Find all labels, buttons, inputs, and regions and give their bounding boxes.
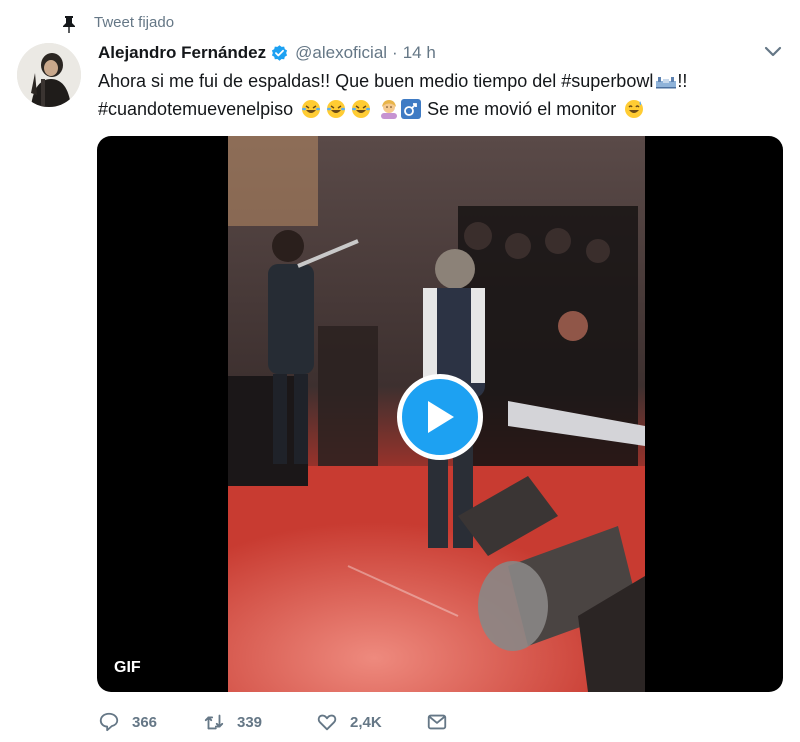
envelope-icon	[427, 714, 447, 730]
play-button[interactable]	[397, 374, 483, 460]
play-icon	[428, 401, 454, 433]
tweet-line-1-text: Ahora si me fui de espaldas!! Que buen m…	[98, 71, 654, 91]
verified-badge-icon	[272, 44, 288, 61]
avatar[interactable]	[17, 43, 81, 107]
tweet-line-2: #cuandotemuevenelpiso Se me movió el mon…	[98, 95, 788, 123]
tweet-text: Ahora si me fui de espaldas!! Que buen m…	[98, 67, 788, 123]
rofl-emoji	[352, 100, 371, 118]
video-media[interactable]: GIF	[97, 136, 783, 692]
sweat-smile-emoji	[625, 100, 644, 118]
avatar-image	[17, 43, 81, 107]
rofl-emoji	[327, 100, 346, 118]
separator-dot: ·	[392, 43, 398, 62]
author-name[interactable]: Alejandro Fernández	[98, 43, 266, 63]
like-button[interactable]: 2,4K	[316, 708, 382, 736]
chevron-down-icon[interactable]	[764, 45, 782, 59]
tweet-line-2-end: Se me movió el monitor	[427, 99, 617, 119]
author-handle[interactable]: @alexoficial	[295, 43, 387, 63]
action-bar: 366 339 2,4K	[98, 708, 498, 736]
hashtag-link[interactable]: #cuandotemuevenelpiso	[98, 95, 293, 123]
rofl-emoji	[302, 100, 321, 118]
pinned-label: Tweet fijado	[94, 14, 175, 31]
retweet-button[interactable]: 339	[203, 708, 262, 736]
retweet-count: 339	[237, 713, 263, 731]
male-sign-emoji	[401, 99, 422, 119]
reply-button[interactable]: 366	[98, 708, 157, 736]
retweet-icon	[204, 714, 224, 730]
tweet-header: Alejandro Fernández @alexoficial · 14 h	[98, 41, 436, 65]
reply-icon	[99, 712, 119, 732]
pin-icon	[63, 16, 75, 33]
tweet-line-1: Ahora si me fui de espaldas!! Que buen m…	[98, 67, 788, 95]
message-button[interactable]	[426, 708, 448, 736]
heart-icon	[317, 714, 337, 731]
stadium-emoji	[656, 77, 677, 89]
woman-shrugging-emoji	[381, 100, 398, 119]
tweet-time[interactable]: 14 h	[403, 43, 436, 63]
like-count: 2,4K	[350, 713, 382, 731]
reply-count: 366	[132, 713, 158, 731]
tweet-line-1-suffix: !!	[677, 71, 688, 91]
gif-badge: GIF	[107, 655, 148, 681]
